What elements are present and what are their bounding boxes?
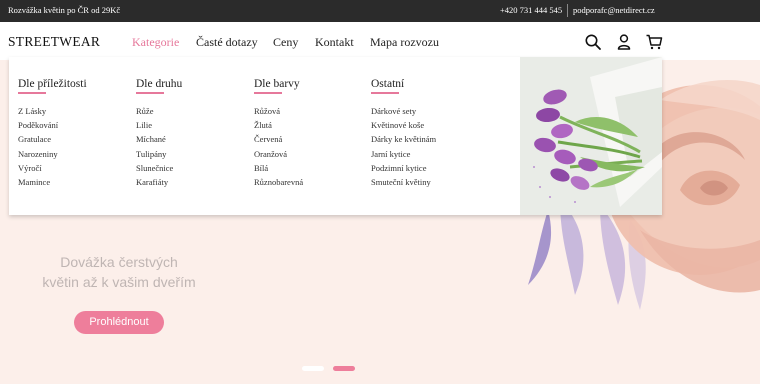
- column-title-underline: [18, 92, 46, 94]
- menu-item[interactable]: Různobarevná: [254, 175, 303, 189]
- menu-item[interactable]: Smuteční květiny: [371, 175, 436, 189]
- tulip-bouquet-image: [520, 57, 662, 215]
- column-title-underline: [371, 92, 399, 94]
- dropdown-column-occasion: Dle příležitosti Z Lásky Poděkování Grat…: [18, 78, 87, 190]
- menu-item[interactable]: Růže: [136, 104, 182, 118]
- topbar-divider: [567, 4, 568, 17]
- user-icon[interactable]: [615, 33, 633, 51]
- menu-item[interactable]: Mamince: [18, 175, 87, 189]
- menu-item[interactable]: Růžová: [254, 104, 303, 118]
- menu-item[interactable]: Z Lásky: [18, 104, 87, 118]
- site-logo[interactable]: STREETWEAR: [8, 34, 100, 50]
- slider-dot-2[interactable]: [333, 366, 355, 371]
- menu-item[interactable]: Slunečnice: [136, 161, 182, 175]
- dropdown-column-color: Dle barvy Růžová Žlutá Červená Oranžová …: [254, 78, 303, 190]
- menu-item[interactable]: Poděkování: [18, 118, 87, 132]
- menu-item[interactable]: Oranžová: [254, 147, 303, 161]
- nav-item-caste-dotazy[interactable]: Časté dotazy: [196, 35, 258, 50]
- nav-item-ceny[interactable]: Ceny: [273, 35, 298, 50]
- menu-item[interactable]: Narozeniny: [18, 147, 87, 161]
- top-bar: Rozvážka květin po ČR od 29Kč +420 731 4…: [0, 0, 760, 22]
- dropdown-column-other: Ostatní Dárkové sety Květinové koše Dárk…: [371, 78, 436, 190]
- cart-icon[interactable]: [645, 33, 663, 51]
- browse-button[interactable]: Prohlédnout: [74, 311, 164, 334]
- column-title-underline: [254, 92, 282, 94]
- nav-item-mapa-rozvozu[interactable]: Mapa rozvozu: [370, 35, 439, 50]
- hero-tagline-line1: Dovážka čerstvých: [60, 254, 178, 270]
- dropdown-column-type: Dle druhu Růže Lilie Míchané Tulipány Sl…: [136, 78, 182, 190]
- promo-text: Rozvážka květin po ČR od 29Kč: [8, 5, 121, 15]
- nav-item-kategorie[interactable]: Kategorie: [132, 35, 179, 50]
- menu-item[interactable]: Červená: [254, 132, 303, 146]
- main-header: STREETWEAR Kategorie Časté dotazy Ceny K…: [0, 22, 760, 60]
- nav-item-kontakt[interactable]: Kontakt: [315, 35, 354, 50]
- menu-item[interactable]: Lilie: [136, 118, 182, 132]
- menu-item[interactable]: Žlutá: [254, 118, 303, 132]
- menu-item[interactable]: Karafiáty: [136, 175, 182, 189]
- menu-item[interactable]: Podzimní kytice: [371, 161, 436, 175]
- menu-item[interactable]: Dárkové sety: [371, 104, 436, 118]
- menu-item[interactable]: Jarní kytice: [371, 147, 436, 161]
- menu-item[interactable]: Bílá: [254, 161, 303, 175]
- email-link[interactable]: podporafc@netdirect.cz: [573, 5, 655, 15]
- hero-tagline: Dovážka čerstvých květin až k vašim dveř…: [30, 252, 208, 292]
- column-title-type: Dle druhu: [136, 78, 183, 90]
- column-title-occasion: Dle příležitosti: [18, 78, 87, 90]
- menu-item[interactable]: Výročí: [18, 161, 87, 175]
- hero-tagline-line2: květin až k vašim dveřím: [42, 274, 196, 290]
- column-title-color: Dle barvy: [254, 78, 300, 90]
- menu-item[interactable]: Dárky ke květinám: [371, 132, 436, 146]
- slider-dot-1[interactable]: [302, 366, 324, 371]
- menu-item[interactable]: Gratulace: [18, 132, 87, 146]
- menu-item[interactable]: Květinové koše: [371, 118, 436, 132]
- phone-link[interactable]: +420 731 444 545: [500, 5, 562, 15]
- menu-item[interactable]: Tulipány: [136, 147, 182, 161]
- column-title-underline: [136, 92, 164, 94]
- category-dropdown: Dle příležitosti Z Lásky Poděkování Grat…: [9, 57, 662, 215]
- column-title-other: Ostatní: [371, 78, 405, 90]
- menu-item[interactable]: Míchané: [136, 132, 182, 146]
- search-icon[interactable]: [584, 33, 602, 51]
